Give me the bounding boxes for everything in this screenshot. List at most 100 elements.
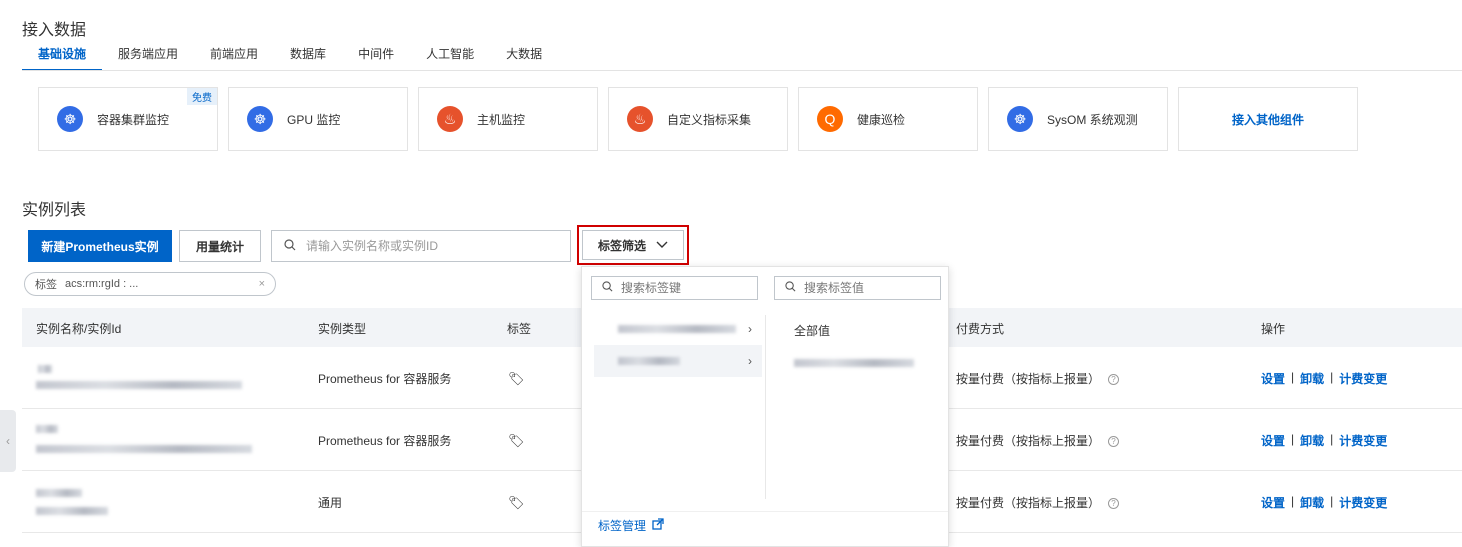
header-instance-type: 实例类型 [318,322,367,336]
search-icon [602,281,613,295]
billing-mode: 按量付费（按指标上报量）? [956,494,1120,511]
billing-mode: 按量付费（按指标上报量）? [956,432,1120,449]
instance-search [271,230,571,262]
create-instance-button[interactable]: 新建Prometheus实例 [28,230,172,262]
separator: | [1291,370,1295,384]
tag-key-search-input[interactable] [621,281,751,295]
card-label: 容器集群监控 [97,112,170,127]
tag-management-link[interactable]: 标签管理 [598,517,664,534]
card-label: 自定义指标采集 [667,112,752,127]
card-custom-metrics[interactable]: ♨ 自定义指标采集 [608,87,788,151]
tabs-divider [22,70,1462,71]
tag-value-all[interactable]: 全部值 [794,322,830,339]
side-collapse-handle[interactable]: ‹ [0,410,16,472]
redacted-instance-id [36,507,108,515]
settings-link[interactable]: 设置 [1261,494,1285,511]
card-container-cluster[interactable]: 免费 ☸ 容器集群监控 [38,87,218,151]
row-actions: 设置 | 卸载 | 计费变更 [1261,370,1387,387]
separator: | [1330,370,1334,384]
settings-link[interactable]: 设置 [1261,370,1285,387]
uninstall-link[interactable]: 卸载 [1300,494,1324,511]
header-billing: 付费方式 [956,322,1005,336]
free-badge: 免费 [187,88,217,105]
close-icon[interactable]: × [259,278,265,290]
billing-change-link[interactable]: 计费变更 [1339,370,1387,387]
tab-server-app[interactable]: 服务端应用 [102,44,194,71]
redacted-tag-key [618,357,680,365]
search-icon [785,281,796,295]
tab-database[interactable]: 数据库 [274,44,342,71]
redacted-tag-value[interactable] [794,359,914,367]
tag-value-search [774,276,941,300]
card-health-inspection[interactable]: Q 健康巡检 [798,87,978,151]
uninstall-link[interactable]: 卸载 [1300,432,1324,449]
card-label: GPU 监控 [287,112,341,127]
instance-type: 通用 [318,496,343,510]
chevron-right-icon: › [748,354,752,368]
billing-change-link[interactable]: 计费变更 [1339,432,1387,449]
instance-type: Prometheus for 容器服务 [318,434,452,448]
card-label: SysOM 系统观测 [1047,112,1138,127]
tag-icon[interactable]: 🏷 [508,495,525,511]
tab-infrastructure[interactable]: 基础设施 [22,44,103,71]
card-host[interactable]: ♨ 主机监控 [418,87,598,151]
external-link-icon [652,518,664,533]
tag-value-search-input[interactable] [804,281,934,295]
tag-management-label: 标签管理 [598,519,647,533]
help-icon[interactable]: ? [1108,374,1120,386]
search-input[interactable] [306,239,546,253]
header-instance-name: 实例名称/实例Id [36,322,122,336]
billing-text: 按量付费（按指标上报量） [956,434,1101,448]
row-actions: 设置 | 卸载 | 计费变更 [1261,432,1387,449]
tab-middleware[interactable]: 中间件 [342,44,410,71]
section-title-data-access: 接入数据 [22,22,87,39]
billing-change-link[interactable]: 计费变更 [1339,494,1387,511]
separator: | [1330,494,1334,508]
kubernetes-icon: ☸ [247,106,273,132]
chevron-right-icon: › [748,322,752,336]
redacted-instance-name [38,365,52,373]
chevron-down-icon [656,238,668,252]
billing-text: 按量付费（按指标上报量） [956,372,1101,386]
redacted-instance-name [36,489,82,497]
chip-value: acs:rm:rgId : ... [65,278,139,290]
dropdown-footer-divider [582,511,948,512]
redacted-instance-id [36,445,252,453]
tag-icon[interactable]: 🏷 [508,371,525,387]
separator: | [1291,494,1295,508]
section-title-instance-list: 实例列表 [22,202,87,219]
tag-filter-chip[interactable]: 标签 acs:rm:rgId : ... × [24,272,276,296]
redacted-tag-key [618,325,736,333]
chip-label: 标签 [35,279,57,291]
header-tags: 标签 [507,322,532,336]
card-other-components[interactable]: 接入其他组件 [1178,87,1358,151]
tag-filter-button[interactable]: 标签筛选 [582,230,684,260]
card-label: 接入其他组件 [1231,112,1304,127]
card-sysom[interactable]: ☸ SysOM 系统观测 [988,87,1168,151]
tag-key-search [591,276,758,300]
inspection-icon: Q [817,106,843,132]
prometheus-icon: ♨ [437,106,463,132]
billing-mode: 按量付费（按指标上报量）? [956,370,1120,387]
instance-type: Prometheus for 容器服务 [318,372,452,386]
uninstall-link[interactable]: 卸载 [1300,370,1324,387]
tag-key-item[interactable]: › [594,345,762,377]
tab-bigdata[interactable]: 大数据 [490,44,558,71]
tag-key-item[interactable]: › [594,313,762,345]
tag-icon[interactable]: 🏷 [508,433,525,449]
chevron-left-icon: ‹ [6,434,10,448]
tab-ai[interactable]: 人工智能 [410,44,490,71]
help-icon[interactable]: ? [1108,498,1120,510]
prometheus-icon: ♨ [627,106,653,132]
tag-filter-dropdown: › › 全部值 标签管理 [581,266,949,547]
help-icon[interactable]: ? [1108,436,1120,448]
kubernetes-icon: ☸ [57,106,83,132]
card-gpu[interactable]: ☸ GPU 监控 [228,87,408,151]
settings-link[interactable]: 设置 [1261,432,1285,449]
tab-frontend-app[interactable]: 前端应用 [194,44,274,71]
separator: | [1291,432,1295,446]
row-actions: 设置 | 卸载 | 计费变更 [1261,494,1387,511]
usage-stats-button[interactable]: 用量统计 [179,230,261,262]
card-label: 主机监控 [477,112,526,127]
billing-text: 按量付费（按指标上报量） [956,496,1101,510]
